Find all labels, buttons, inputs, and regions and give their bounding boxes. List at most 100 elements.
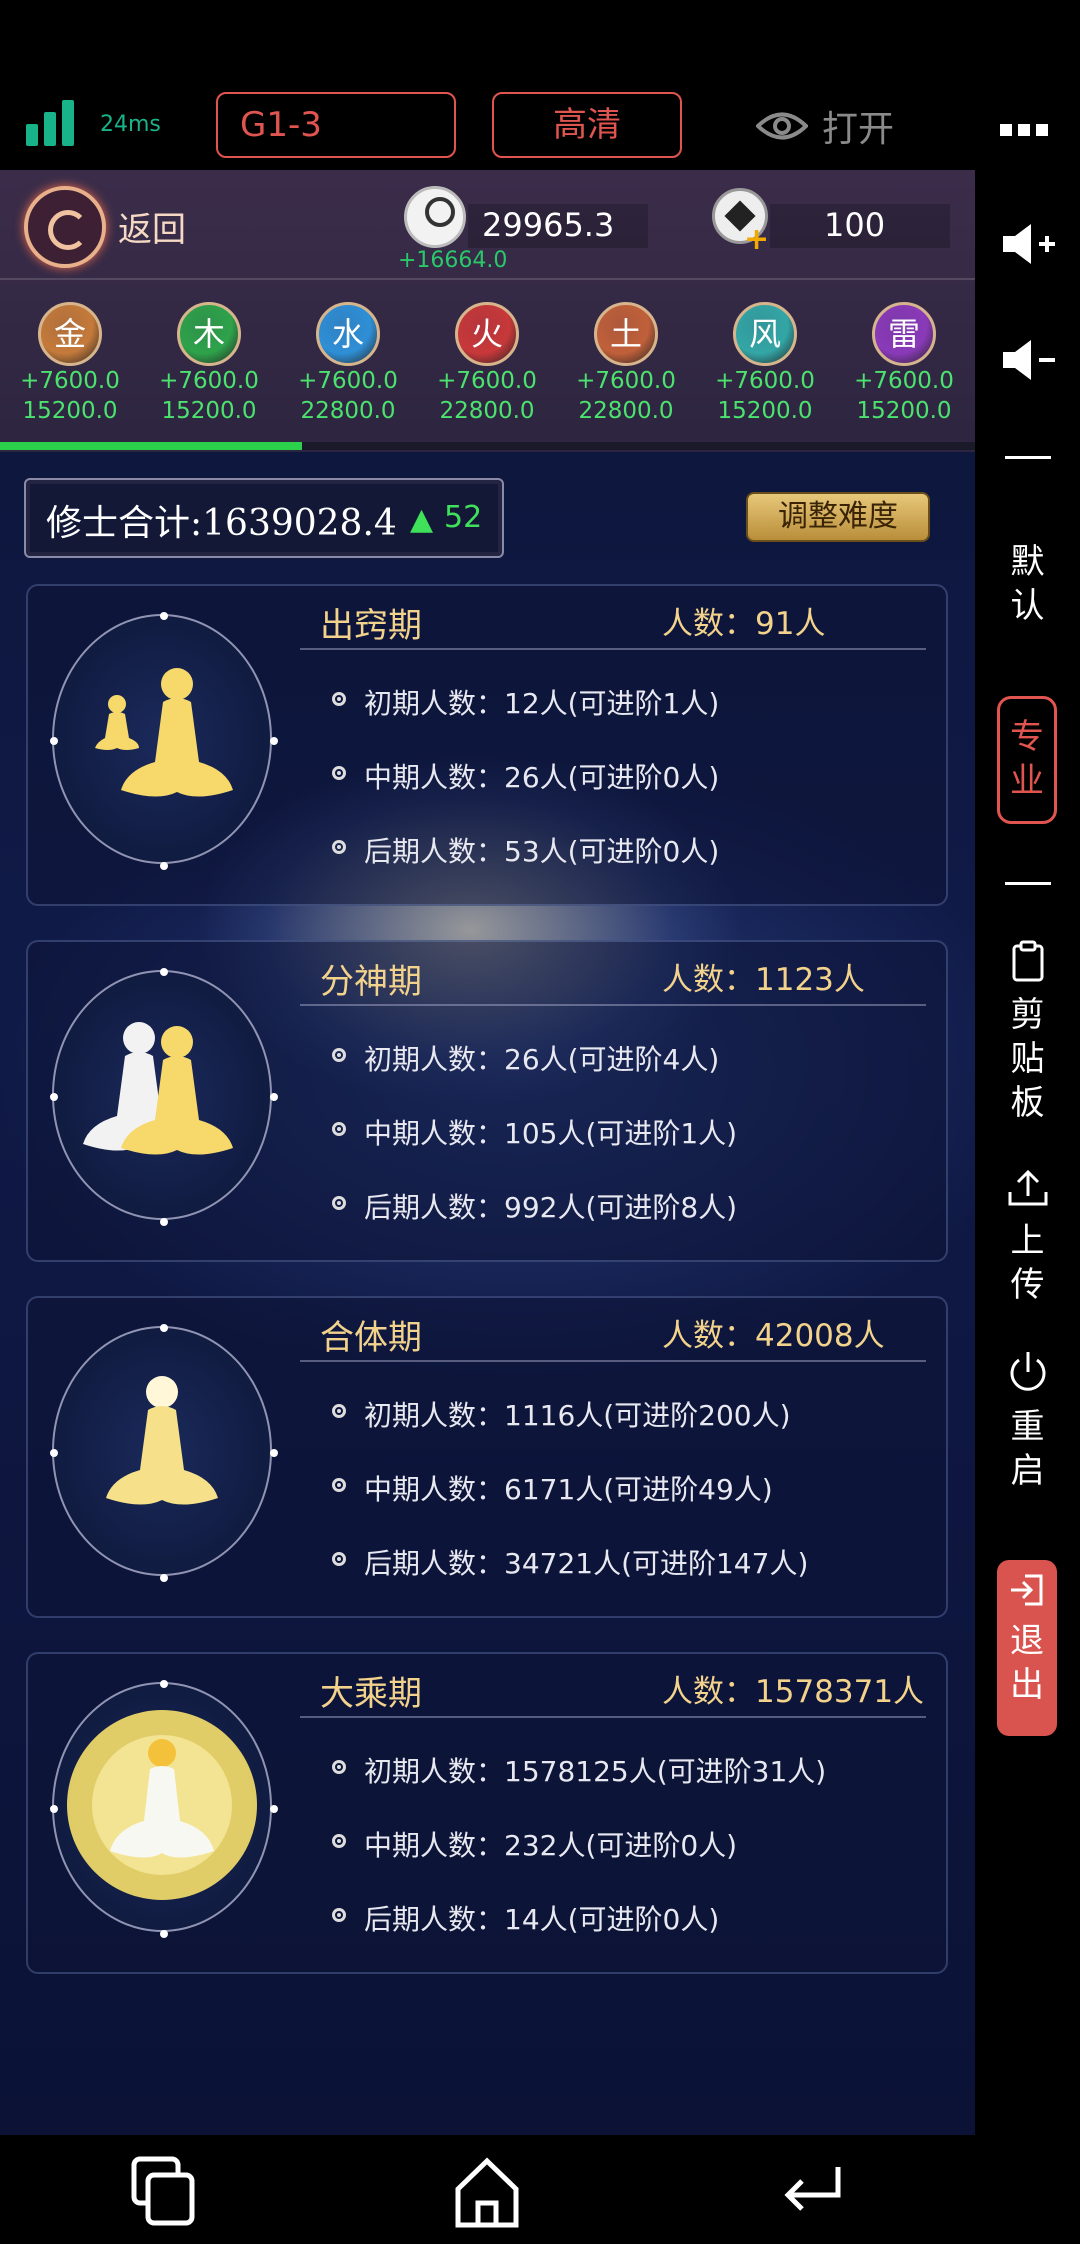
bullet-icon — [332, 1048, 346, 1062]
bullet-icon — [332, 1478, 346, 1492]
realm-count: 人数：91人 — [662, 606, 826, 642]
default-mode-button[interactable]: 默认 — [975, 540, 1080, 628]
stage-row: 中期人数：26人(可进阶0人) — [364, 761, 720, 794]
gem-add-icon[interactable]: + — [744, 222, 769, 257]
latency-readout: 24ms — [100, 112, 161, 137]
adjust-difficulty-button[interactable]: 调整难度 — [746, 492, 930, 542]
side-label: 专业 — [1010, 717, 1044, 801]
pro-mode-button[interactable]: 专业 — [997, 696, 1057, 824]
realm-card[interactable]: 合体期 人数：42008人 初期人数：1116人(可进阶200人) 中期人数：6171… — [26, 1296, 948, 1618]
bullet-icon — [332, 1908, 346, 1922]
element-total: 22800.0 — [578, 398, 674, 424]
element-4[interactable]: 土 +7600.0 22800.0 — [556, 302, 696, 426]
stage-row: 后期人数：53人(可进阶0人) — [364, 835, 720, 868]
restart-button[interactable]: 重启 — [975, 1350, 1080, 1493]
volume-down-icon[interactable] — [1001, 338, 1057, 382]
side-panel: 默认 专业 剪贴板 上传 重启 退出 — [975, 170, 1080, 2135]
element-total: 15200.0 — [22, 398, 118, 424]
element-total: 15200.0 — [717, 398, 813, 424]
stage-row: 初期人数：26人(可进阶4人) — [364, 1043, 720, 1076]
cultivator-summary: 修士合计:1639028.4 ▲ 52 — [24, 478, 504, 558]
quality-button[interactable]: 高清 — [492, 92, 682, 158]
bullet-icon — [332, 840, 346, 854]
meditation-emblem-icon — [50, 612, 278, 870]
element-total: 22800.0 — [439, 398, 535, 424]
element-delta: +7600.0 — [298, 368, 398, 394]
element-5[interactable]: 风 +7600.0 15200.0 — [695, 302, 835, 426]
population-value: 29965.3 — [482, 206, 615, 244]
home-icon[interactable] — [442, 2151, 532, 2231]
element-6[interactable]: 雷 +7600.0 15200.0 — [834, 302, 974, 426]
eye-toggle[interactable]: 打开 — [756, 100, 894, 152]
realm-divider — [300, 648, 926, 650]
stage-row: 中期人数：105人(可进阶1人) — [364, 1117, 738, 1150]
realm-name: 出窍期 — [320, 606, 422, 646]
meditation-emblem-icon — [50, 968, 278, 1226]
back-button[interactable] — [24, 186, 106, 268]
meditation-emblem-icon — [50, 1680, 278, 1938]
realm-divider — [300, 1360, 926, 1362]
header-divider — [0, 278, 975, 280]
resource-header: 返回 29965.3 +16664.0 + 100 金 +7600.0 15200.… — [0, 170, 975, 452]
game-area: 返回 29965.3 +16664.0 + 100 金 +7600.0 15200.… — [0, 170, 975, 2135]
element-2[interactable]: 水 +7600.0 22800.0 — [278, 302, 418, 426]
stage-row: 初期人数：12人(可进阶1人) — [364, 687, 720, 720]
element-total: 15200.0 — [161, 398, 257, 424]
power-icon — [1010, 1352, 1045, 1391]
meditation-emblem-icon — [50, 1324, 278, 1582]
clipboard-icon — [1012, 940, 1043, 982]
stage-row: 中期人数：232人(可进阶0人) — [364, 1829, 738, 1862]
bullet-icon — [332, 1760, 346, 1774]
element-orb-icon: 金 — [38, 302, 102, 366]
element-delta: +7600.0 — [576, 368, 676, 394]
element-total: 22800.0 — [300, 398, 396, 424]
stage-row: 后期人数：992人(可进阶8人) — [364, 1191, 738, 1224]
element-orb-icon: 雷 — [872, 302, 936, 366]
eye-icon — [756, 112, 808, 140]
upload-icon — [1008, 1169, 1047, 1206]
element-delta: +7600.0 — [437, 368, 537, 394]
side-divider — [1005, 882, 1051, 885]
element-orb-icon: 风 — [733, 302, 797, 366]
stage-row: 后期人数：14人(可进阶0人) — [364, 1903, 720, 1936]
realm-divider — [300, 1004, 926, 1006]
element-list: 金 +7600.0 15200.0 木 +7600.0 15200.0 水 +7600.0 22… — [0, 302, 975, 442]
server-button[interactable]: G1-3 — [216, 92, 456, 158]
element-1[interactable]: 木 +7600.0 15200.0 — [139, 302, 279, 426]
more-menu-icon[interactable] — [1000, 124, 1048, 136]
population-icon[interactable] — [404, 186, 466, 248]
element-delta: +7600.0 — [854, 368, 954, 394]
arrow-up-icon: ▲ — [410, 502, 434, 537]
exit-icon — [1011, 1574, 1043, 1606]
volume-up-icon[interactable] — [1001, 222, 1057, 266]
gem-value: 100 — [824, 206, 886, 244]
exit-button[interactable]: 退出 — [997, 1560, 1057, 1736]
side-label: 上传 — [1010, 1221, 1045, 1305]
stage-row: 初期人数：1578125人(可进阶31人) — [364, 1755, 827, 1788]
realm-card[interactable]: 出窍期 人数：91人初期人数：12人(可进阶1人) 中期人数：26人(可进阶0人) 后… — [26, 584, 948, 906]
bullet-icon — [332, 1834, 346, 1848]
stage-row: 后期人数：34721人(可进阶147人) — [364, 1547, 809, 1580]
realm-card[interactable]: 分神期 人数：1123人 初期人数：26人(可进阶4人) 中期人数：105人(可进阶1… — [26, 940, 948, 1262]
top-status-bar: 24ms G1-3 高清 打开 — [0, 0, 1080, 170]
summary-total: 修士合计:1639028.4 — [46, 503, 397, 544]
bullet-icon — [332, 766, 346, 780]
back-label[interactable]: 返回 — [118, 202, 186, 251]
signal-icon — [26, 100, 78, 146]
element-3[interactable]: 火 +7600.0 22800.0 — [417, 302, 557, 426]
progress-fill — [0, 442, 303, 450]
realm-card[interactable]: 大乘期 人数：1578371人 初期人数：1578125人(可进阶31人) 中期人数：… — [26, 1652, 948, 1974]
element-orb-icon: 土 — [594, 302, 658, 366]
clipboard-button[interactable]: 剪贴板 — [975, 940, 1080, 1125]
recent-apps-icon[interactable] — [118, 2151, 208, 2231]
summary-count: 52 — [444, 500, 483, 535]
bullet-icon — [332, 692, 346, 706]
side-label: 重启 — [1010, 1407, 1045, 1491]
upload-button[interactable]: 上传 — [975, 1168, 1080, 1307]
element-0[interactable]: 金 +7600.0 15200.0 — [0, 302, 140, 426]
element-orb-icon: 火 — [455, 302, 519, 366]
realm-divider — [300, 1716, 926, 1718]
side-divider — [1005, 456, 1051, 459]
back-nav-icon[interactable] — [768, 2151, 858, 2231]
element-delta: +7600.0 — [159, 368, 259, 394]
